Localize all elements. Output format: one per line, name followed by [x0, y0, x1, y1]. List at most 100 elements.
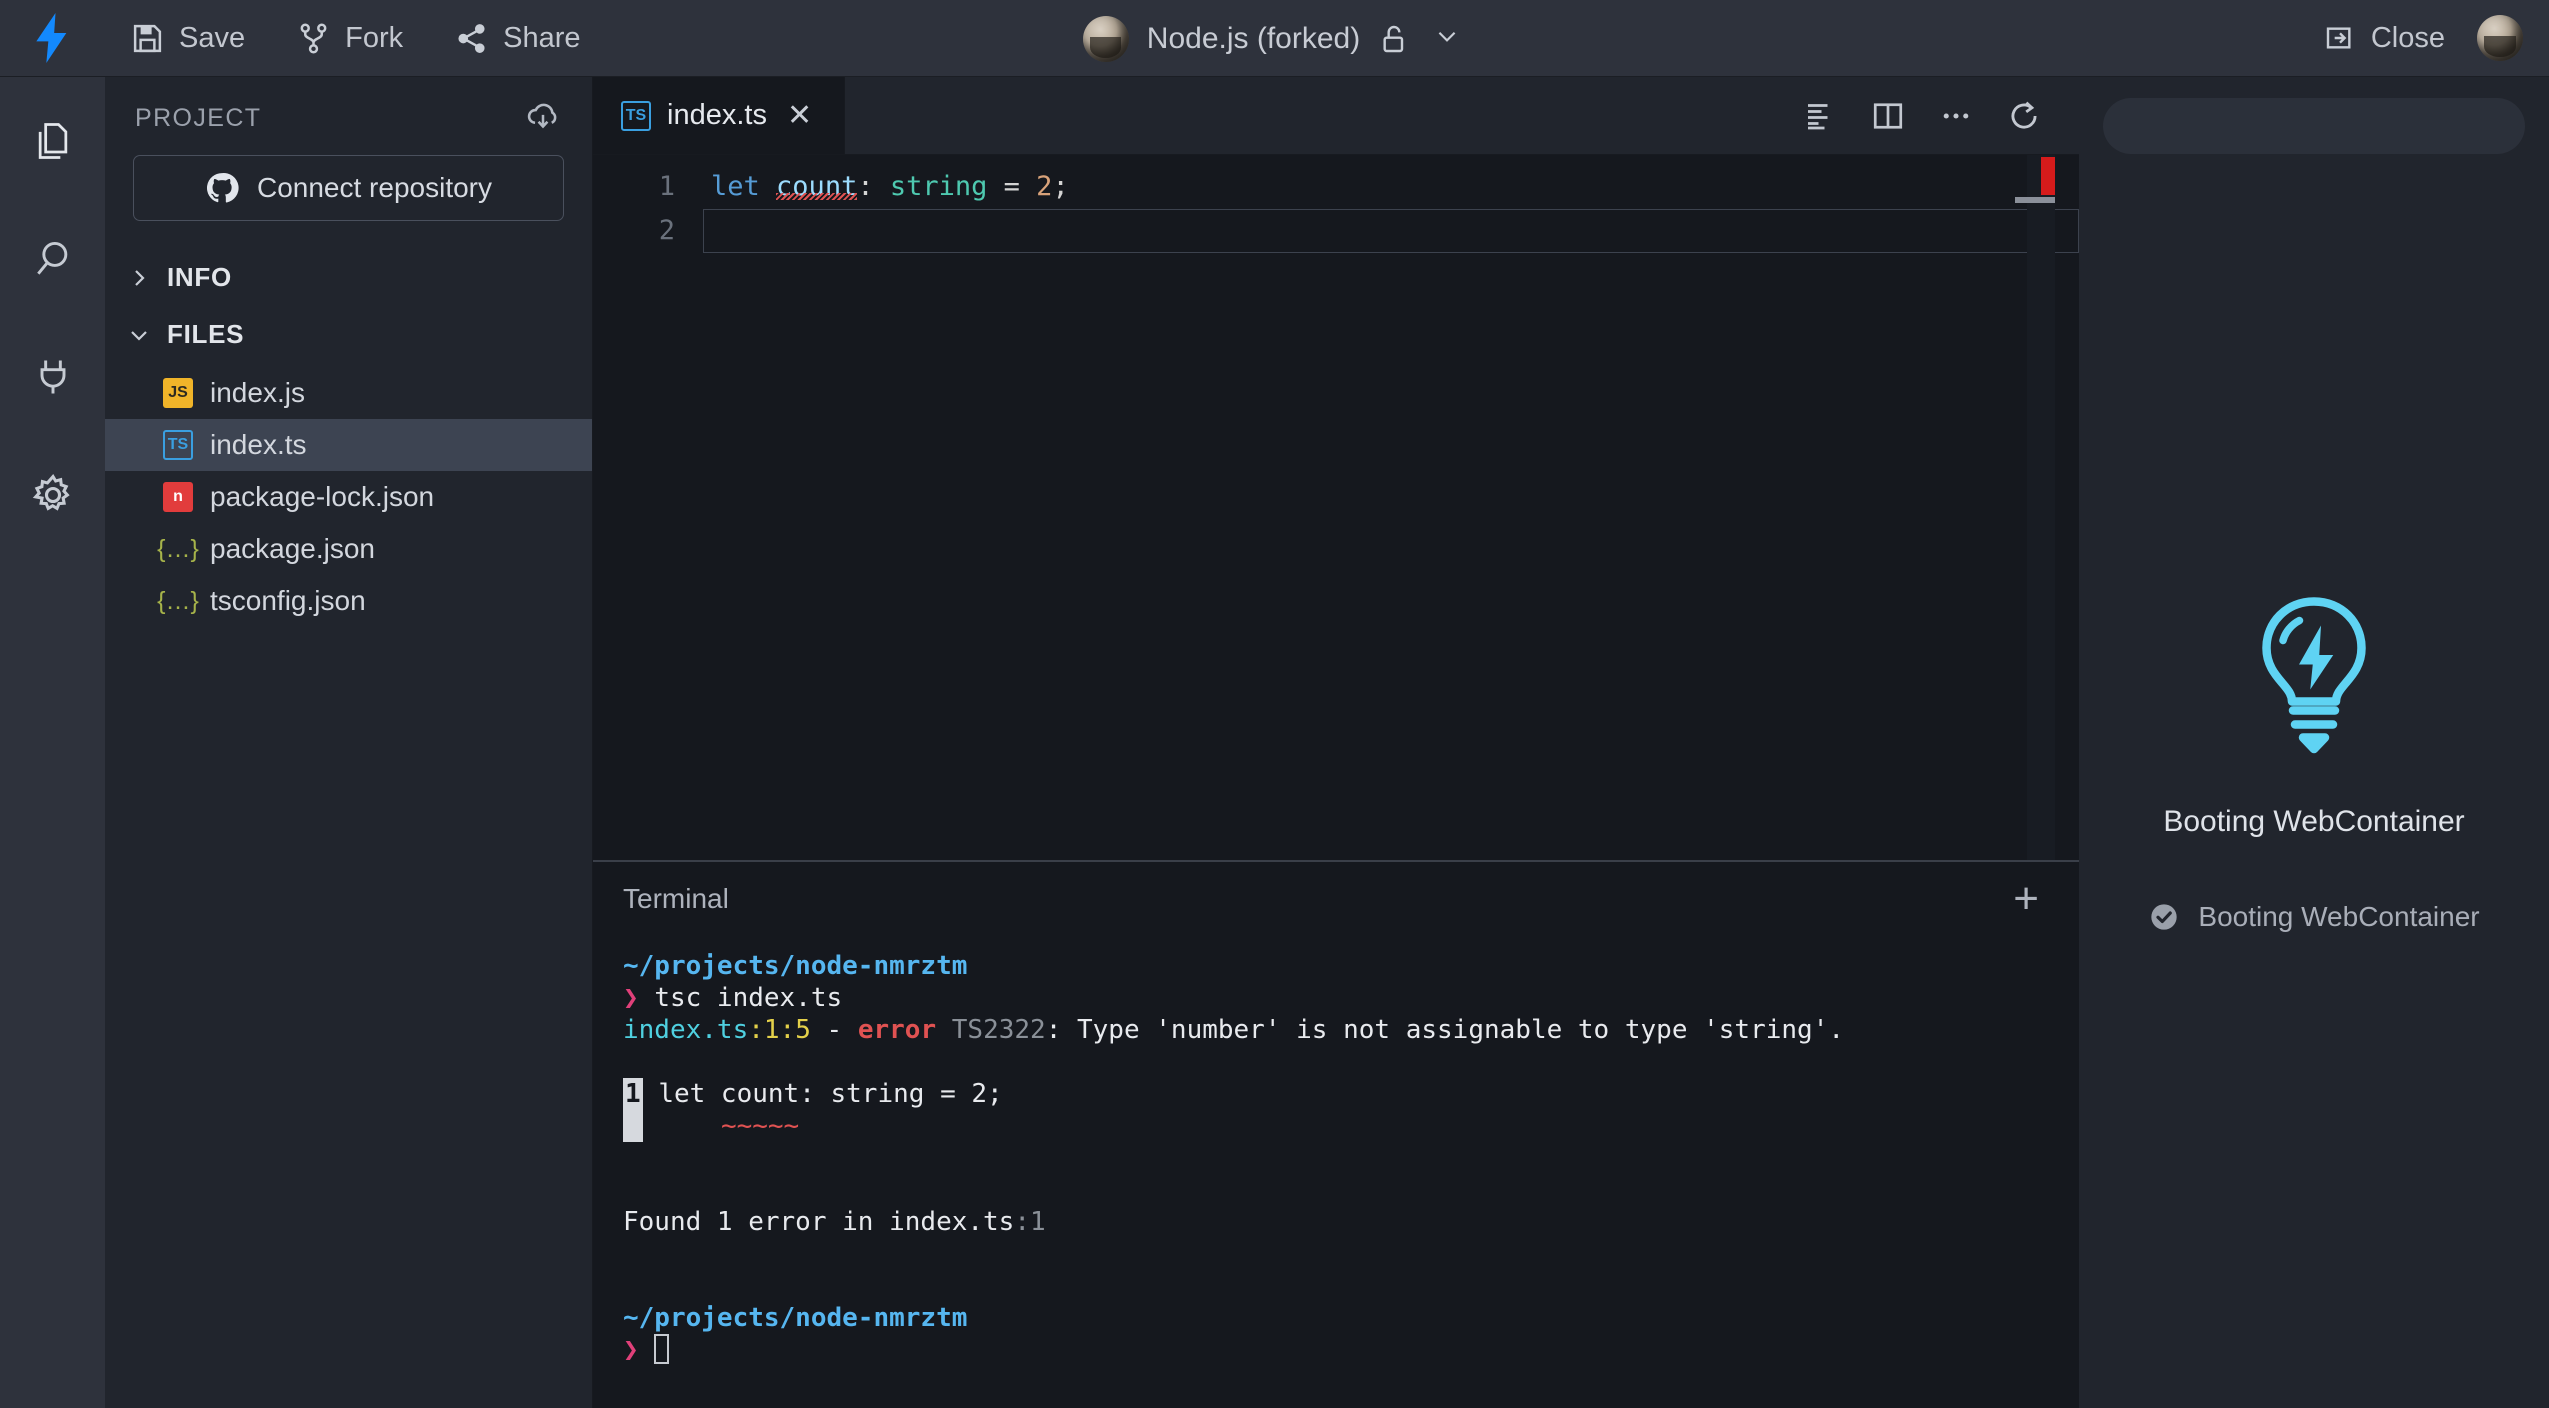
user-avatar[interactable]	[2477, 15, 2523, 61]
excerpt-squiggle: ~~~~~	[720, 1111, 800, 1141]
code-area: 1 2 let count: string = 2;	[593, 155, 2079, 253]
file-item-tsconfig-json[interactable]: {…} tsconfig.json	[105, 575, 592, 627]
preview-content: Booting WebContainer Booting WebContaine…	[2079, 175, 2549, 1408]
json-file-icon: {…}	[157, 586, 199, 615]
ts-file-icon: TS	[163, 430, 193, 460]
error-message: : Type 'number' is not assignable to typ…	[1045, 1015, 1845, 1045]
app-header: Save Fork Share Node.js (forked) Close	[0, 0, 2549, 77]
lightbulb-lightning-icon	[2239, 591, 2389, 757]
activity-item-connect[interactable]	[17, 341, 89, 413]
header-right-group: Close	[2298, 0, 2549, 77]
fork-button[interactable]: Fork	[271, 0, 429, 77]
terminal-path: ~/projects/node-nmrztm	[623, 951, 968, 981]
reload-circular-arrow-icon[interactable]	[1995, 87, 2053, 145]
error-code: TS2322	[951, 1015, 1046, 1045]
connect-repository-button[interactable]: Connect repository	[133, 155, 564, 221]
save-floppy-icon	[131, 22, 164, 55]
preview-status: Booting WebContainer	[2148, 900, 2480, 933]
tab-index-ts[interactable]: TS index.ts ✕	[593, 77, 846, 154]
activity-item-search[interactable]	[17, 223, 89, 295]
tab-label: index.ts	[667, 99, 767, 131]
plus-icon[interactable]: +	[2003, 877, 2049, 921]
token-colon: :	[857, 171, 890, 202]
file-item-index-ts[interactable]: TS index.ts	[105, 419, 592, 471]
line-number: 1	[658, 171, 675, 202]
file-label: index.js	[210, 377, 305, 408]
close-x-icon[interactable]: ✕	[783, 98, 816, 133]
js-file-icon: JS	[163, 378, 193, 408]
file-item-package-lock-json[interactable]: n package-lock.json	[105, 471, 592, 523]
split-panel-icon[interactable]	[1859, 87, 1917, 145]
activity-item-files[interactable]	[17, 105, 89, 177]
save-button[interactable]: Save	[105, 0, 271, 77]
connect-repository-label: Connect repository	[256, 172, 492, 203]
activity-item-settings[interactable]	[17, 459, 89, 531]
npm-file-icon: n	[163, 482, 193, 512]
unlocked-padlock-icon[interactable]	[1378, 23, 1410, 55]
terminal-prompt: ❯	[623, 983, 639, 1013]
editor-toolbar	[1791, 77, 2079, 154]
sidebar-section-info-label: INFO	[167, 262, 232, 292]
app-body: PROJECT Connect repository INFO FILES JS…	[0, 77, 2549, 1408]
preview-toolbar	[2079, 77, 2549, 175]
sidebar-header: PROJECT	[105, 77, 592, 145]
ts-file-icon: TS	[621, 100, 651, 131]
close-button[interactable]: Close	[2298, 0, 2471, 77]
github-octocat-icon	[205, 171, 239, 205]
cloud-download-icon[interactable]	[524, 99, 562, 137]
file-tree: JS index.js TS index.ts n package-lock.j…	[105, 367, 592, 627]
token-variable: count	[776, 171, 858, 202]
terminal-command: tsc index.ts	[654, 983, 843, 1013]
chevron-down-icon	[127, 323, 151, 347]
error-severity: error	[857, 1015, 937, 1045]
terminal-cursor	[654, 1334, 670, 1364]
token-value: 2	[1036, 171, 1053, 202]
file-item-package-json[interactable]: {…} package.json	[105, 523, 592, 575]
terminal-panel: Terminal + ~/projects/node-nmrztm ❯ tsc …	[593, 860, 2079, 1408]
code-line-1: let count: string = 2;	[703, 165, 2079, 209]
editor-tab-bar: TS index.ts ✕	[593, 77, 2079, 155]
terminal-title: Terminal	[623, 883, 729, 914]
stackblitz-lightning-icon[interactable]	[0, 12, 105, 64]
preview-panel: Booting WebContainer Booting WebContaine…	[2079, 77, 2549, 1408]
file-label: tsconfig.json	[210, 585, 366, 616]
chevron-right-icon	[127, 266, 151, 290]
scrollbar-thumb[interactable]	[2015, 197, 2055, 203]
line-number-gutter: 1 2	[593, 165, 703, 253]
ellipsis-icon[interactable]	[1927, 87, 1985, 145]
token-keyword: let	[711, 171, 760, 202]
sidebar-section-info[interactable]: INFO	[105, 249, 592, 306]
json-file-icon: {…}	[157, 534, 199, 563]
check-circle-icon	[2148, 901, 2180, 933]
format-lines-icon[interactable]	[1791, 87, 1849, 145]
sign-out-icon	[2324, 22, 2356, 54]
overview-ruler[interactable]	[2015, 155, 2055, 860]
stackblitz-ide: Save Fork Share Node.js (forked) Close P…	[0, 0, 2549, 1408]
fork-label: Fork	[345, 21, 404, 54]
share-button[interactable]: Share	[429, 0, 606, 77]
terminal-output[interactable]: ~/projects/node-nmrztm ❯ tsc index.ts in…	[593, 936, 2079, 1408]
activity-bar	[0, 77, 105, 1408]
files-copy-icon	[31, 119, 75, 163]
excerpt-line-number: 1	[623, 1078, 643, 1110]
excerpt-code: let count: string = 2;	[658, 1079, 1003, 1109]
visibility-chevron-down-icon[interactable]	[1428, 17, 1466, 60]
line-number: 2	[658, 215, 675, 246]
preview-url-bar[interactable]	[2103, 98, 2525, 154]
error-summary-line: :1	[1014, 1207, 1046, 1237]
preview-status-text: Booting WebContainer	[2198, 900, 2480, 932]
token-assign: =	[987, 171, 1037, 202]
file-label: index.ts	[210, 429, 307, 460]
terminal-prompt-2: ❯	[623, 1335, 639, 1365]
file-item-index-js[interactable]: JS index.js	[105, 367, 592, 419]
editor-column: TS index.ts ✕ 1 2 let count: string = 2…	[593, 77, 2079, 1408]
connect-repository-wrap: Connect repository	[105, 145, 592, 249]
error-dash: -	[810, 1015, 858, 1045]
error-marker[interactable]	[2041, 157, 2055, 195]
token-semicolon: ;	[1052, 171, 1069, 202]
share-label: Share	[503, 21, 581, 54]
error-file: index.ts	[623, 1015, 749, 1045]
sidebar-section-files[interactable]: FILES	[105, 306, 592, 363]
code-editor[interactable]: 1 2 let count: string = 2;	[593, 155, 2079, 860]
